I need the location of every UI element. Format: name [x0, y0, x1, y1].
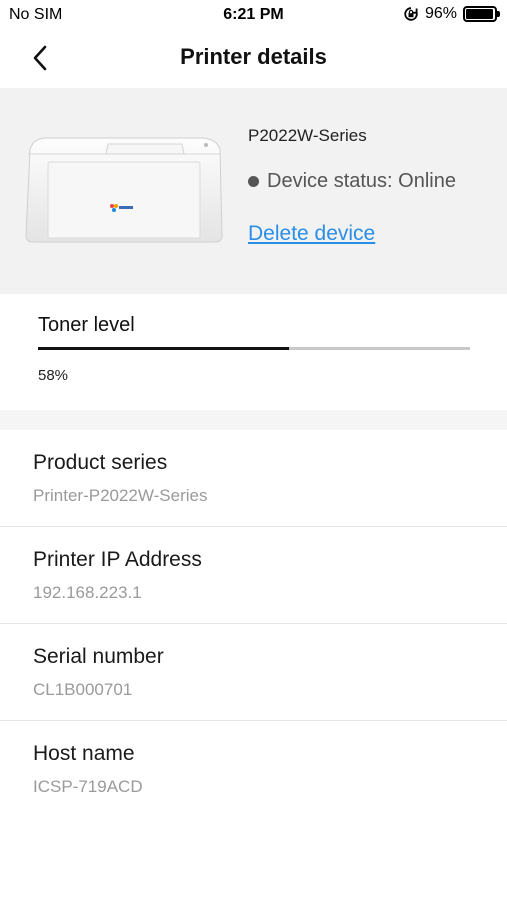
info-title: Serial number	[33, 645, 164, 668]
info-value: Printer-P2022W-Series	[33, 486, 208, 505]
navigation-bar: Printer details	[0, 30, 507, 86]
section-divider	[0, 410, 507, 430]
info-value: ICSP-719ACD	[33, 777, 143, 796]
info-title: Product series	[33, 451, 168, 474]
printer-image	[25, 137, 223, 243]
battery-fill	[466, 9, 493, 19]
device-card: P2022W-Series Device status: Online Dele…	[0, 88, 507, 294]
info-list: Product series Printer-P2022W-Series Pri…	[0, 430, 507, 818]
info-title: Printer IP Address	[33, 548, 202, 571]
info-row-serial-number: Serial number CL1B000701	[0, 624, 507, 721]
status-bar: No SIM 6:21 PM 96%	[0, 0, 507, 30]
status-bar-right: 96%	[403, 5, 500, 23]
toner-progress-fill	[38, 347, 289, 350]
info-value: CL1B000701	[33, 680, 133, 699]
info-row-host-name: Host name ICSP-719ACD	[0, 721, 507, 818]
toner-percent: 58%	[38, 367, 69, 384]
orientation-lock-icon	[404, 7, 418, 21]
delete-device-link[interactable]: Delete device	[248, 222, 375, 246]
battery-icon	[463, 6, 500, 22]
battery-percent: 96%	[424, 5, 457, 22]
toner-label: Toner level	[38, 314, 135, 336]
info-row-ip-address: Printer IP Address 192.168.223.1	[0, 527, 507, 624]
info-title: Host name	[33, 742, 135, 765]
status-dot-icon	[248, 176, 259, 187]
info-value: 192.168.223.1	[33, 583, 142, 602]
device-name: P2022W-Series	[248, 126, 367, 145]
device-status-text: Device status: Online	[267, 170, 456, 192]
toner-section: Toner level 58%	[0, 294, 507, 410]
page-title: Printer details	[180, 44, 327, 69]
toner-progress-bar	[38, 347, 470, 350]
device-status: Device status: Online	[248, 170, 456, 193]
info-row-product-series: Product series Printer-P2022W-Series	[0, 430, 507, 527]
